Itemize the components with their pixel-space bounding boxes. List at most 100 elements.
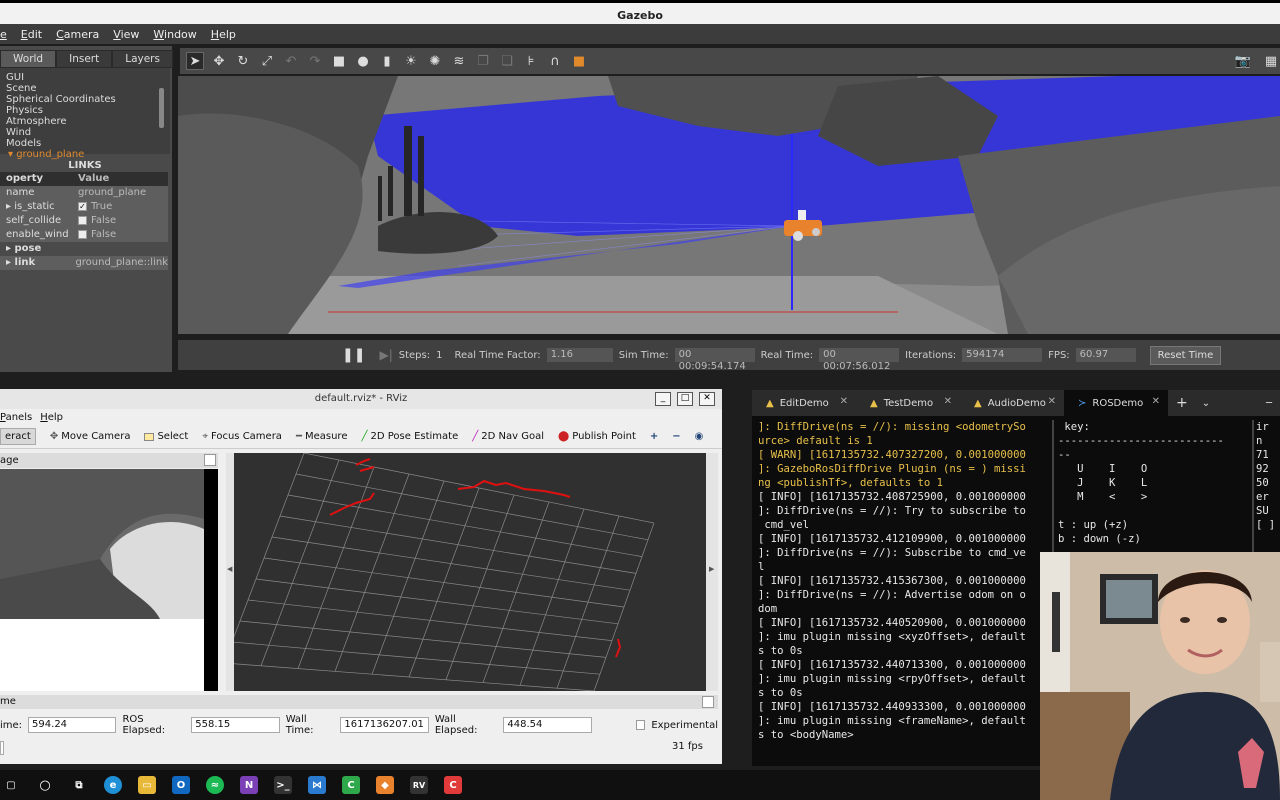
menu-window[interactable]: Window — [153, 28, 196, 41]
align-icon[interactable]: ⊧ — [522, 52, 540, 70]
tree-item-selected[interactable]: ▾ ground_plane — [6, 149, 164, 160]
tree-item[interactable]: Models — [6, 138, 164, 149]
cylinder-shape-icon[interactable]: ▮ — [378, 52, 396, 70]
pane-divider[interactable] — [1052, 420, 1054, 566]
steps-value[interactable]: 1 — [436, 350, 442, 361]
new-tab-icon[interactable]: + — [1176, 395, 1188, 411]
panel-close-box[interactable] — [702, 696, 714, 708]
checkbox[interactable] — [78, 229, 87, 239]
step-icon[interactable]: ▶| — [379, 348, 392, 362]
screenshot-camera-icon[interactable]: 📷 — [1234, 52, 1252, 70]
rviz-icon[interactable]: RV — [410, 776, 428, 794]
scale-icon[interactable]: ⤢ — [258, 52, 276, 70]
rotate-icon[interactable]: ↻ — [234, 52, 252, 70]
terminal-tab-editdemo[interactable]: ▲ EditDemo ✕ — [752, 390, 856, 416]
view-options-button[interactable]: ◉ — [695, 431, 704, 442]
panel-close-box[interactable] — [204, 454, 216, 466]
experimental-checkbox[interactable] — [635, 720, 646, 730]
splitter-handle-right[interactable]: ▶ — [706, 453, 718, 691]
tab-world[interactable]: World — [0, 50, 57, 68]
paste-icon[interactable]: ❏ — [498, 52, 516, 70]
reset-time-button[interactable]: Reset Time — [1149, 345, 1222, 365]
checkbox-checked[interactable]: ✓ — [78, 201, 87, 211]
close-tab-icon[interactable]: ✕ — [1048, 396, 1056, 407]
interact-tool[interactable]: eract — [0, 428, 36, 445]
add-tool-button[interactable]: + — [650, 431, 658, 442]
tree-item[interactable]: Physics — [6, 105, 164, 116]
collapse-left-icon[interactable]: ◀ — [227, 565, 232, 573]
menu-edit[interactable]: Edit — [21, 28, 42, 41]
tree-item[interactable]: Spherical Coordinates — [6, 94, 164, 105]
menu-view[interactable]: View — [113, 28, 139, 41]
sphere-shape-icon[interactable]: ● — [354, 52, 372, 70]
property-row[interactable]: enable_wind False — [0, 228, 168, 242]
tree-item[interactable]: Scene — [6, 83, 164, 94]
nav-goal-tool[interactable]: ╱ 2D Nav Goal — [472, 431, 544, 442]
tree-item[interactable]: Atmosphere — [6, 116, 164, 127]
task-view-icon[interactable]: ⧉ — [70, 776, 88, 794]
tree-item[interactable]: Wind — [6, 127, 164, 138]
property-row[interactable]: ▸ link ground_plane::link — [0, 256, 168, 270]
edge-icon[interactable]: e — [104, 776, 122, 794]
tab-dropdown-icon[interactable]: ⌄ — [1202, 398, 1210, 409]
minimize-icon[interactable]: _ — [655, 392, 671, 406]
close-tab-icon[interactable]: ✕ — [944, 396, 952, 407]
window-minimize-icon[interactable]: ─ — [1266, 398, 1272, 409]
property-row[interactable]: ▸ pose — [0, 242, 168, 256]
expand-icon[interactable]: ▾ — [8, 149, 16, 160]
property-row[interactable]: ▸ is_static ✓ True — [0, 200, 168, 214]
measure-tool[interactable]: ━ Measure — [296, 431, 348, 442]
terminal-tab-audiodemo[interactable]: ▲ AudioDemo ✕ — [960, 390, 1064, 416]
onenote-icon[interactable]: N — [240, 776, 258, 794]
pose-estimate-tool[interactable]: ╱ 2D Pose Estimate — [361, 431, 458, 442]
property-row[interactable]: self_collide False — [0, 214, 168, 228]
search-icon[interactable]: ○ — [36, 776, 54, 794]
camtasia-icon[interactable]: C — [342, 776, 360, 794]
pane-divider[interactable] — [1252, 420, 1254, 566]
menu-panels[interactable]: Panels — [0, 412, 32, 423]
terminal-tab-testdemo[interactable]: ▲ TestDemo ✕ — [856, 390, 960, 416]
spot-light-icon[interactable]: ✺ — [426, 52, 444, 70]
reset-button-edge[interactable] — [0, 741, 4, 755]
redo-icon[interactable]: ↷ — [306, 52, 324, 70]
tab-layers[interactable]: Layers — [112, 50, 173, 68]
splitter-handle[interactable]: ◀ — [226, 453, 234, 691]
grid-icon[interactable]: ▦ — [1262, 52, 1280, 70]
gazebo-icon[interactable]: ◆ — [376, 776, 394, 794]
snap-icon[interactable]: ∩ — [546, 52, 564, 70]
select-tool[interactable]: Select — [144, 431, 188, 442]
gazebo-3d-viewport[interactable] — [178, 76, 1280, 334]
move-camera-tool[interactable]: ✥ Move Camera — [50, 431, 131, 442]
translate-icon[interactable]: ✥ — [210, 52, 228, 70]
directional-light-icon[interactable]: ≋ — [450, 52, 468, 70]
undo-icon[interactable]: ↶ — [282, 52, 300, 70]
select-arrow-icon[interactable]: ➤ — [186, 52, 204, 70]
property-row[interactable]: name ground_plane — [0, 186, 168, 200]
outlook-icon[interactable]: O — [172, 776, 190, 794]
menu-help[interactable]: Help — [40, 412, 63, 423]
checkbox[interactable] — [78, 215, 87, 225]
point-light-icon[interactable]: ☀ — [402, 52, 420, 70]
rviz-3d-view[interactable] — [234, 453, 706, 691]
box-shape-icon[interactable]: ■ — [330, 52, 348, 70]
windows-start-icon[interactable]: ▢ — [2, 776, 20, 794]
menu-camera[interactable]: Camera — [56, 28, 99, 41]
close-icon[interactable]: ✕ — [699, 392, 715, 406]
tab-insert[interactable]: Insert — [56, 50, 113, 68]
spotify-icon[interactable]: ≈ — [206, 776, 224, 794]
color-icon[interactable]: ■ — [570, 52, 588, 70]
tree-item[interactable]: GUI — [6, 72, 164, 83]
publish-point-tool[interactable]: ⬤ Publish Point — [558, 431, 636, 442]
terminal-tab-rosdemo[interactable]: ≻ ROSDemo ✕ — [1064, 390, 1168, 416]
tree-scrollbar[interactable] — [159, 88, 164, 128]
focus-camera-tool[interactable]: ⌖ Focus Camera — [202, 431, 282, 442]
remove-tool-button[interactable]: − — [672, 431, 680, 442]
menu-help[interactable]: Help — [211, 28, 236, 41]
maximize-icon[interactable]: □ — [677, 392, 693, 406]
clion-icon[interactable]: C — [444, 776, 462, 794]
terminal-icon[interactable]: >_ — [274, 776, 292, 794]
file-explorer-icon[interactable]: ▭ — [138, 776, 156, 794]
collapse-right-icon[interactable]: ▶ — [709, 565, 714, 573]
vscode-icon[interactable]: ⋈ — [308, 776, 326, 794]
close-tab-icon[interactable]: ✕ — [840, 396, 848, 407]
